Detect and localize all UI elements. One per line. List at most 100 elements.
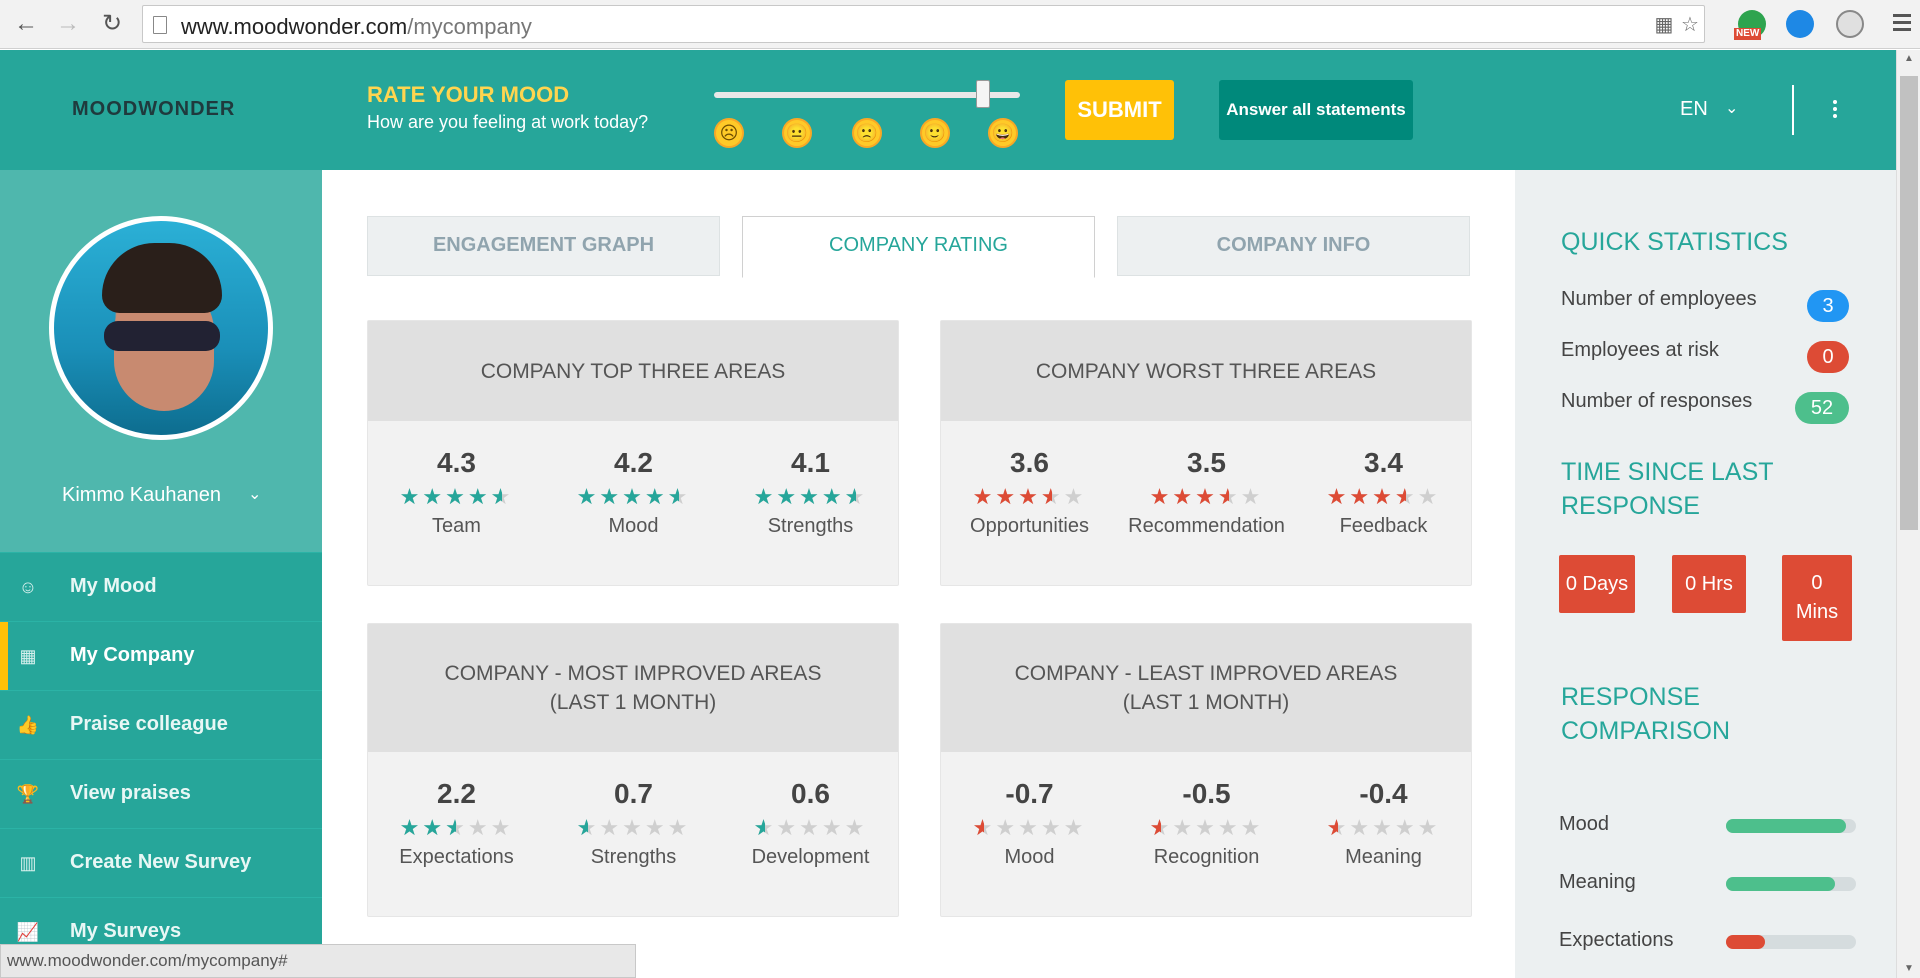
- card-title-line: COMPANY TOP THREE AREAS: [480, 359, 786, 383]
- rating-label: Strengths: [590, 846, 677, 868]
- profile-name[interactable]: Kimmo Kauhanen: [62, 484, 221, 507]
- mood-emoji-icon[interactable]: 😐: [782, 118, 812, 148]
- globe-extension-icon[interactable]: [1836, 10, 1864, 38]
- star-icon: ★: [1217, 815, 1241, 840]
- card-title-line: COMPANY - LEAST IMPROVED AREAS: [1014, 662, 1398, 685]
- grammarly-extension-icon[interactable]: NEW: [1734, 10, 1766, 40]
- mood-emoji-icon[interactable]: 🙁: [852, 118, 882, 148]
- new-badge: NEW: [1734, 28, 1762, 40]
- star-rating: ★★★★★★: [545, 814, 722, 842]
- more-options-icon[interactable]: [1832, 100, 1838, 120]
- rating-label: Mood: [1004, 846, 1055, 868]
- stat-label: Employees at risk: [1561, 339, 1719, 361]
- back-arrow-icon[interactable]: ←: [10, 8, 42, 40]
- sidebar-item[interactable]: ☺ My Mood: [0, 552, 322, 621]
- bookmark-star-icon[interactable]: ☆: [1677, 13, 1703, 37]
- page-scrollbar[interactable]: ▲ ▼: [1896, 50, 1920, 978]
- avatar: [49, 216, 273, 440]
- translate-icon[interactable]: ▦: [1651, 13, 1677, 37]
- rating-label: Expectations: [399, 846, 514, 868]
- comparison-label: Meaning: [1559, 871, 1636, 893]
- time-since-title: TIME SINCE LAST RESPONSE: [1561, 455, 1774, 523]
- star-icon: ★★: [844, 484, 868, 509]
- mood-slider-handle[interactable]: [976, 80, 991, 108]
- chevron-down-icon[interactable]: ⌄: [248, 484, 261, 504]
- address-bar[interactable]: www.moodwonder.com/mycompany ▦ ☆: [142, 5, 1705, 43]
- url-text[interactable]: www.moodwonder.com/mycompany: [181, 14, 532, 40]
- comparison-label: Mood: [1559, 813, 1610, 835]
- app-header: MOODWONDER RATE YOUR MOOD How are you fe…: [0, 50, 1896, 170]
- sidebar: Kimmo Kauhanen ⌄ ☺ My Mood ▦ My Company 👍 Pra…: [0, 170, 322, 978]
- submit-button[interactable]: SUBMIT: [1065, 80, 1174, 140]
- rating-card: COMPANY TOP THREE AREAS4.3★★★★★★★★★★Team…: [367, 320, 899, 586]
- sidebar-item-icon: ▥: [19, 853, 37, 873]
- header-divider: [1792, 85, 1794, 135]
- star-icon: ★★: [576, 484, 600, 509]
- mood-emoji-icon[interactable]: 😀: [988, 118, 1018, 148]
- chevron-down-icon[interactable]: ⌄: [1725, 98, 1738, 118]
- star-icon: ★★: [576, 815, 600, 840]
- rating-value: 0.6: [791, 778, 830, 809]
- star-icon: ★: [844, 815, 868, 840]
- rating-label: Meaning: [1345, 846, 1422, 868]
- tab[interactable]: COMPANY RATING: [742, 216, 1095, 278]
- sidebar-item-icon: ▦: [19, 646, 37, 666]
- language-select[interactable]: EN: [1680, 98, 1708, 121]
- star-rating: ★★★★★★★★★: [1118, 483, 1295, 511]
- logo[interactable]: MOODWONDER: [72, 98, 235, 121]
- star-icon: ★: [1372, 815, 1395, 840]
- mood-emoji-icon[interactable]: ☹: [714, 118, 744, 148]
- rating-metric: 4.1★★★★★★★★★★Strengths: [722, 443, 899, 541]
- comparison-bar-fill: [1726, 935, 1765, 949]
- stat-badge: 52: [1795, 392, 1849, 424]
- star-icon: ★★: [622, 484, 645, 509]
- rate-mood-title: RATE YOUR MOOD: [367, 82, 570, 107]
- star-icon: ★★: [1149, 484, 1173, 509]
- reload-icon[interactable]: ↻: [96, 8, 128, 40]
- rating-metric: 2.2★★★★★★★★Expectations: [368, 774, 545, 872]
- sidebar-item[interactable]: ▥ Create New Survey: [0, 828, 322, 897]
- rating-value: 4.2: [614, 447, 653, 478]
- page-icon: [153, 16, 167, 34]
- tab[interactable]: COMPANY INFO: [1117, 216, 1470, 276]
- star-icon: ★: [467, 815, 491, 840]
- star-icon: ★★: [467, 484, 491, 509]
- star-icon: ★★: [1326, 815, 1350, 840]
- star-icon: ★★: [753, 484, 777, 509]
- sidebar-item-icon: 📈: [16, 922, 40, 942]
- rating-card: COMPANY - MOST IMPROVED AREAS (LAST 1 MON…: [367, 623, 899, 917]
- star-rating: ★★★★★★★★★★: [545, 483, 722, 511]
- browser-menu-icon[interactable]: [1890, 10, 1914, 36]
- star-icon: ★: [1040, 815, 1064, 840]
- star-icon: ★★: [1217, 484, 1241, 509]
- status-bar-url: www.moodwonder.com/mycompany#: [0, 944, 636, 978]
- star-icon: ★★: [1040, 484, 1064, 509]
- extension-icon[interactable]: [1786, 10, 1814, 38]
- sidebar-item[interactable]: 🏆 View praises: [0, 759, 322, 828]
- scroll-up-icon[interactable]: ▲: [1897, 50, 1920, 68]
- time-since-value: 0: [1811, 572, 1823, 594]
- star-icon: ★: [1063, 815, 1087, 840]
- rating-label: Recognition: [1153, 846, 1260, 868]
- active-indicator: [0, 622, 8, 690]
- sidebar-item[interactable]: 👍 Praise colleague: [0, 690, 322, 759]
- card-title: COMPANY TOP THREE AREAS: [368, 321, 898, 421]
- tab[interactable]: ENGAGEMENT GRAPH: [367, 216, 720, 276]
- rating-label: Development: [751, 846, 870, 868]
- sidebar-item-label: My Company: [70, 644, 195, 666]
- scrollbar-thumb[interactable]: [1900, 76, 1918, 530]
- rating-value: 4.3: [437, 447, 476, 478]
- star-icon: ★: [1018, 815, 1041, 840]
- scroll-down-icon[interactable]: ▼: [1897, 960, 1920, 978]
- rating-metric: 3.5★★★★★★★★★Recommendation: [1118, 443, 1295, 541]
- main-content: ENGAGEMENT GRAPH COMPANY RATING COMPANY IN…: [322, 170, 1515, 978]
- stat-badge: 3: [1807, 290, 1849, 322]
- star-icon: ★★: [599, 484, 623, 509]
- mood-emoji-icon[interactable]: 🙂: [920, 118, 950, 148]
- star-icon: ★: [1417, 815, 1441, 840]
- mood-slider[interactable]: [714, 92, 1020, 98]
- forward-arrow-icon[interactable]: →: [52, 8, 84, 40]
- answer-all-statements-button[interactable]: Answer all statements: [1219, 80, 1413, 140]
- star-rating: ★★★★★★★★★★: [368, 483, 545, 511]
- sidebar-item[interactable]: ▦ My Company: [0, 621, 322, 690]
